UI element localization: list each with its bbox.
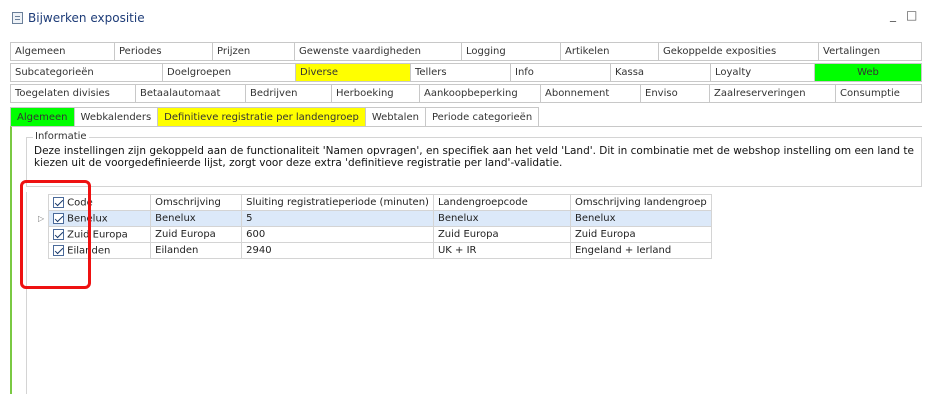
table-row[interactable]: Zuid Europa Zuid Europa 600 Zuid Europa …	[34, 226, 712, 243]
table-row[interactable]: ▷ Benelux Benelux 5 Benelux Benelux	[34, 210, 712, 227]
tab-tellers[interactable]: Tellers	[411, 63, 511, 82]
tab-loyalty[interactable]: Loyalty	[711, 63, 815, 82]
tab-periodes[interactable]: Periodes	[115, 42, 213, 61]
tab-artikelen[interactable]: Artikelen	[561, 42, 659, 61]
landengroep-grid: Code Omschrijving Sluiting registratiepe…	[34, 194, 712, 259]
window-form-icon	[12, 12, 23, 24]
red-highlight-annotation	[20, 180, 91, 289]
tab-diverse[interactable]: Diverse	[296, 63, 411, 82]
tab-abonnement[interactable]: Abonnement	[541, 84, 641, 103]
info-group-label: Informatie	[33, 131, 89, 142]
tab-subcategorieen[interactable]: Subcategorieën	[10, 63, 163, 82]
title-bar: Bijwerken expositie _ □	[0, 0, 926, 38]
subtab-definitieve-registratie[interactable]: Definitieve registratie per landengroep	[158, 107, 366, 127]
tab-gekoppelde-exposities[interactable]: Gekoppelde exposities	[659, 42, 819, 61]
web-subtabs: Algemeen Webkalenders Definitieve regist…	[10, 107, 540, 127]
cell-omschrijving[interactable]: Benelux	[150, 210, 243, 227]
grid-header-row: Code Omschrijving Sluiting registratiepe…	[34, 194, 712, 211]
subtab-webtalen[interactable]: Webtalen	[365, 107, 426, 127]
tab-betaalautomaat[interactable]: Betaalautomaat	[136, 84, 246, 103]
tab-logging[interactable]: Logging	[462, 42, 561, 61]
subtab-webkalenders[interactable]: Webkalenders	[74, 107, 159, 127]
tab-consumptie[interactable]: Consumptie	[836, 84, 922, 103]
tab-row-2: Subcategorieën Doelgroepen Diverse Telle…	[10, 63, 922, 82]
column-header-sluiting[interactable]: Sluiting registratieperiode (minuten)	[241, 194, 434, 211]
tab-herboeking[interactable]: Herboeking	[332, 84, 420, 103]
subtab-periode-categorieen[interactable]: Periode categorieën	[425, 107, 540, 127]
cell-omschrijving-landengroep[interactable]: Zuid Europa	[569, 226, 712, 243]
tab-bedrijven[interactable]: Bedrijven	[246, 84, 332, 103]
table-row[interactable]: Eilanden Eilanden 2940 UK + IR Engeland …	[34, 242, 712, 259]
column-header-landengroepcode[interactable]: Landengroepcode	[432, 194, 571, 211]
tab-row-1: Algemeen Periodes Prijzen Gewenste vaard…	[10, 42, 922, 61]
tab-enviso[interactable]: Enviso	[641, 84, 710, 103]
cell-sluiting[interactable]: 5	[241, 210, 434, 227]
subtab-algemeen[interactable]: Algemeen	[10, 107, 75, 127]
tab-web[interactable]: Web	[815, 63, 922, 82]
tab-vertalingen[interactable]: Vertalingen	[819, 42, 922, 61]
cell-omschrijving[interactable]: Eilanden	[150, 242, 243, 259]
cell-sluiting[interactable]: 2940	[241, 242, 434, 259]
cell-omschrijving-landengroep[interactable]: Benelux	[569, 210, 712, 227]
cell-landengroepcode[interactable]: UK + IR	[432, 242, 571, 259]
minimize-button[interactable]: _	[890, 8, 896, 22]
tab-row-3: Toegelaten divisies Betaalautomaat Bedri…	[10, 84, 922, 103]
window-title: Bijwerken expositie	[28, 11, 145, 25]
cell-landengroepcode[interactable]: Zuid Europa	[432, 226, 571, 243]
maximize-button[interactable]: □	[906, 8, 917, 22]
tab-algemeen[interactable]: Algemeen	[10, 42, 115, 61]
tab-info[interactable]: Info	[511, 63, 611, 82]
cell-landengroepcode[interactable]: Benelux	[432, 210, 571, 227]
cell-sluiting[interactable]: 600	[241, 226, 434, 243]
tab-prijzen[interactable]: Prijzen	[213, 42, 295, 61]
tab-zaalreserveringen[interactable]: Zaalreserveringen	[710, 84, 836, 103]
tab-doelgroepen[interactable]: Doelgroepen	[163, 63, 296, 82]
cell-omschrijving[interactable]: Zuid Europa	[150, 226, 243, 243]
tab-kassa[interactable]: Kassa	[611, 63, 711, 82]
column-header-omschrijving-landengroep[interactable]: Omschrijving landengroep	[569, 194, 712, 211]
column-header-omschrijving[interactable]: Omschrijving	[150, 194, 243, 211]
tab-toegelaten-divisies[interactable]: Toegelaten divisies	[10, 84, 136, 103]
tab-gewenste-vaardigheden[interactable]: Gewenste vaardigheden	[295, 42, 462, 61]
tab-aankoopbeperking[interactable]: Aankoopbeperking	[420, 84, 541, 103]
cell-omschrijving-landengroep[interactable]: Engeland + Ierland	[569, 242, 712, 259]
info-text: Deze instellingen zijn gekoppeld aan de …	[34, 145, 914, 169]
